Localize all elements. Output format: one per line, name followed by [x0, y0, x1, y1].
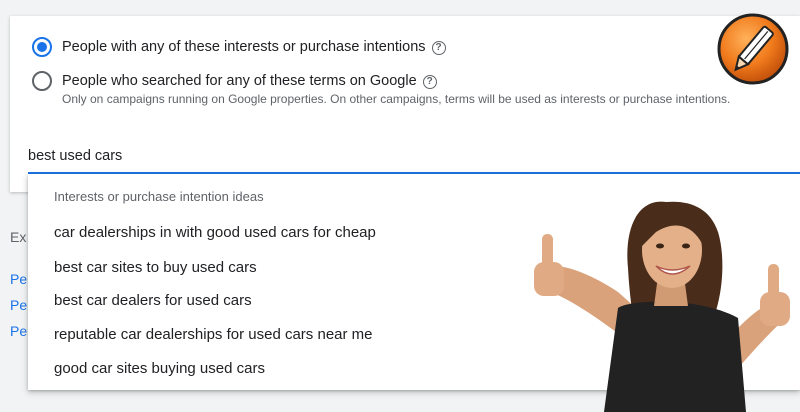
pencil-logo-icon [717, 13, 789, 85]
suggestion-item[interactable]: reputable car dealerships for used cars … [54, 326, 373, 343]
option-interests-row[interactable]: People with any of these interests or pu… [32, 37, 446, 57]
partial-section-label: Ex [10, 229, 27, 245]
suggestion-item[interactable]: best car sites to buy used cars [54, 259, 257, 276]
suggestions-header: Interests or purchase intention ideas [54, 189, 264, 204]
thumbs-up-person-illustration [534, 201, 790, 412]
suggestion-item[interactable]: car dealerships in with good used cars f… [54, 224, 376, 241]
audience-card: People with any of these interests or pu… [10, 16, 800, 192]
option-searched-sublabel: Only on campaigns running on Google prop… [62, 92, 731, 106]
partial-link-2[interactable]: Pe [10, 297, 27, 313]
partial-link-3[interactable]: Pe [10, 323, 27, 339]
suggestion-item[interactable]: good car sites buying used cars [54, 360, 265, 377]
partial-link-1[interactable]: Pe [10, 271, 27, 287]
option-interests-label: People with any of these interests or pu… [62, 39, 426, 55]
option-searched-row[interactable]: People who searched for any of these ter… [32, 71, 730, 106]
help-circle-icon[interactable]: ? [422, 75, 437, 89]
page: Ex Pe Pe Pe People with any of these int… [0, 0, 800, 412]
option-interests-radio[interactable] [32, 37, 52, 57]
search-input[interactable]: best used cars [28, 148, 122, 164]
option-searched-radio[interactable] [32, 71, 52, 91]
option-searched-label: People who searched for any of these ter… [62, 73, 417, 89]
help-circle-icon[interactable]: ? [431, 41, 446, 55]
suggestion-item[interactable]: best car dealers for used cars [54, 292, 252, 309]
